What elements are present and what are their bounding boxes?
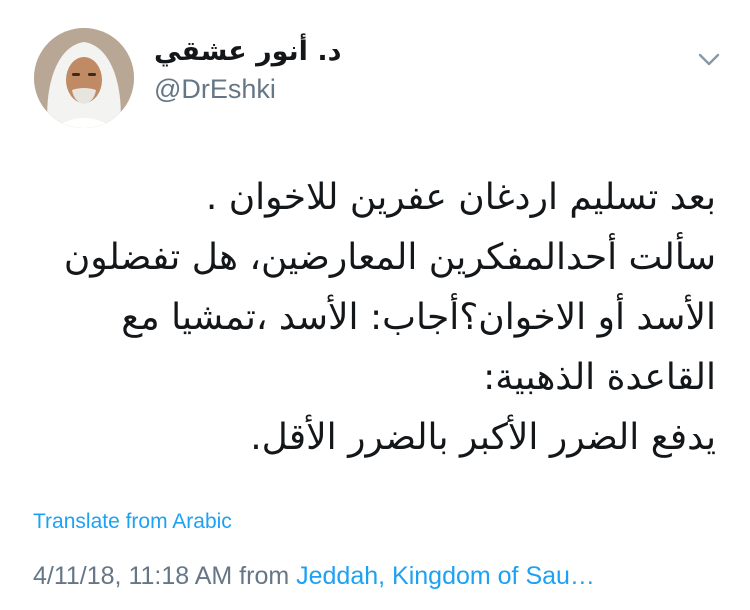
tweet-line: بعد تسليم اردغان عفرين للاخوان . [205, 177, 716, 218]
chevron-down-icon[interactable] [696, 46, 722, 72]
translate-link[interactable]: Translate from Arabic [33, 510, 232, 534]
tweet-line: يدفع الضرر الأكبر بالضرر الأقل. [250, 417, 716, 458]
user-names: د. أنور عشقي @DrEshki [154, 34, 454, 106]
tweet-line: الأسد أو الاخوان؟أجاب: الأسد ،تمشيا مع [121, 297, 716, 338]
avatar[interactable] [34, 28, 134, 128]
display-name[interactable]: د. أنور عشقي [154, 34, 454, 70]
tweet-meta: 4/11/18, 11:18 AM from Jeddah, Kingdom o… [33, 562, 595, 591]
from-label: from [239, 562, 290, 590]
tweet-card: د. أنور عشقي @DrEshki بعد تسليم اردغان ع… [0, 0, 750, 610]
tweet-line: سألت أحدالمفكرين المعارضين، هل تفضلون [63, 237, 716, 278]
location-link[interactable]: Jeddah, Kingdom of Sau… [296, 562, 595, 590]
tweet-line: القاعدة الذهبية: [483, 357, 716, 398]
user-handle[interactable]: @DrEshki [154, 72, 454, 106]
tweet-text: بعد تسليم اردغان عفرين للاخوان . سألت أح… [26, 168, 716, 468]
timestamp[interactable]: 4/11/18, 11:18 AM [33, 562, 232, 590]
